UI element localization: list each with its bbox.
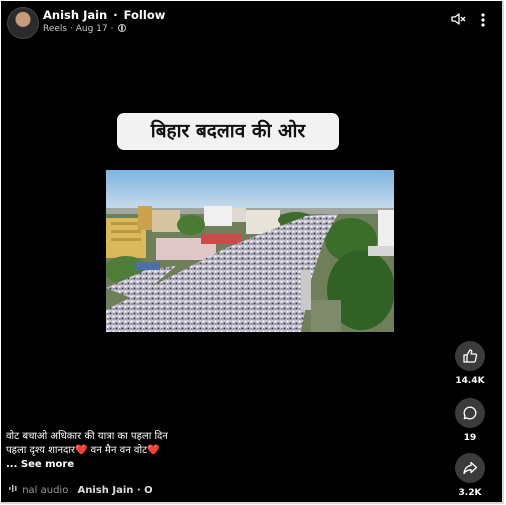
author-line: Anish Jain · Follow xyxy=(43,8,165,22)
mute-icon[interactable] xyxy=(450,11,466,27)
post-type: Reels xyxy=(43,24,68,34)
avatar[interactable] xyxy=(7,7,39,39)
author-name[interactable]: Anish Jain xyxy=(43,8,107,22)
separator: · xyxy=(113,8,118,22)
meta-separator-2: · xyxy=(110,24,114,34)
post-date[interactable]: Aug 17 xyxy=(76,24,108,34)
share-icon[interactable] xyxy=(455,453,485,483)
share-count: 3.2K xyxy=(458,488,482,498)
like-icon[interactable] xyxy=(455,341,485,371)
aerial-rally-image xyxy=(106,170,394,332)
meta-separator: · xyxy=(70,24,73,34)
globe-icon xyxy=(118,24,127,32)
see-more-link[interactable]: ... See more xyxy=(6,458,306,472)
audio-icon xyxy=(9,485,17,492)
post-header: Anish Jain · Follow Reels · Aug 17 · xyxy=(7,5,496,39)
comment-icon[interactable] xyxy=(455,398,485,428)
caption-line-1: वोट बचाओ अधिकार की यात्रा का पहला दिन xyxy=(6,431,168,442)
audio-author[interactable]: Anish Jain · O xyxy=(78,485,153,496)
video-frame[interactable] xyxy=(106,170,394,332)
more-icon[interactable] xyxy=(476,12,490,28)
audio-bar[interactable]: nal audio Anish Jain · O xyxy=(9,484,153,496)
follow-button[interactable]: Follow xyxy=(124,8,166,22)
like-action[interactable]: 14.4K xyxy=(450,341,490,386)
post-meta: Reels · Aug 17 · xyxy=(43,24,127,34)
video-overlay-title: बिहार बदलाव की ओर xyxy=(117,113,339,150)
comment-count: 19 xyxy=(463,433,477,443)
reel-container: Anish Jain · Follow Reels · Aug 17 · बिह… xyxy=(1,1,504,504)
caption-line-2: पहला दृश्य शानदार❤️ वन मैन वन वोट❤️ xyxy=(6,445,160,456)
comment-action[interactable]: 19 xyxy=(450,398,490,443)
post-caption: वोट बचाओ अधिकार की यात्रा का पहला दिन पह… xyxy=(6,430,306,472)
share-action[interactable]: 3.2K xyxy=(450,453,490,498)
like-count: 14.4K xyxy=(455,376,485,386)
audio-label: nal audio xyxy=(22,485,69,496)
